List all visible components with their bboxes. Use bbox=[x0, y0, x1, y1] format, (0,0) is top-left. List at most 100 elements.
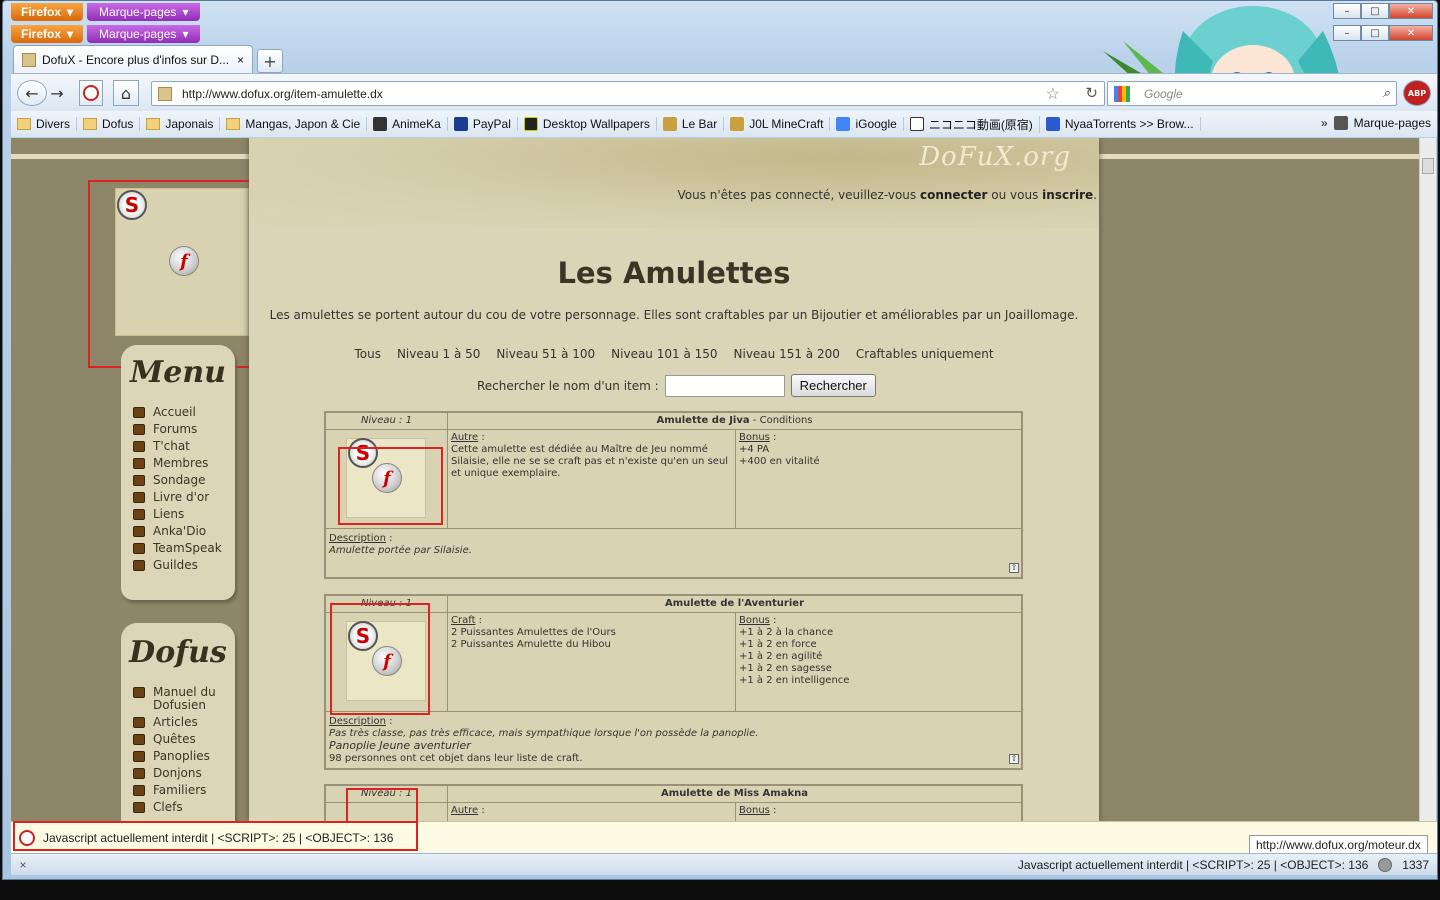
filter-51-100[interactable]: Niveau 51 à 100 bbox=[496, 347, 595, 361]
navigation-toolbar: ← → ⌂ http://www.dofux.org/item-amulette… bbox=[11, 73, 1437, 111]
scrollbar-thumb[interactable] bbox=[1422, 158, 1434, 174]
main-content: DoFuX.org Vous n'êtes pas connecté, veui… bbox=[249, 138, 1099, 821]
dofus-item-articles[interactable]: Articles bbox=[121, 716, 235, 729]
login-notice-text: Vous n'êtes pas connecté, veuillez-vous bbox=[677, 188, 920, 202]
menu-item-ankadio[interactable]: Anka'Dio bbox=[121, 525, 235, 538]
firefox-menu-button-2[interactable]: Firefox ▾ bbox=[11, 25, 84, 43]
item-source-label: Autre bbox=[451, 805, 479, 816]
item-name-text: Amulette de Jiva bbox=[656, 415, 750, 426]
search-icon[interactable]: ⌕ bbox=[1383, 85, 1390, 101]
filter-all[interactable]: Tous bbox=[354, 347, 381, 361]
dofus-item-quetes[interactable]: Quêtes bbox=[121, 733, 235, 746]
bookmark-nicovideo[interactable]: ニコニコ動画(原宿) bbox=[904, 115, 1040, 133]
url-bar[interactable]: http://www.dofux.org/item-amulette.dx ☆ … bbox=[151, 81, 1105, 106]
bookmark-folder-dofus[interactable]: Dofus bbox=[77, 117, 141, 131]
dofus-item-label: Panoplies bbox=[153, 749, 210, 763]
new-tab-button[interactable]: + bbox=[257, 49, 283, 73]
bookmark-desktop-wallpapers[interactable]: Desktop Wallpapers bbox=[518, 117, 657, 131]
bookmark-animeka[interactable]: AnimeKa bbox=[367, 117, 448, 131]
dofus-item-manuel[interactable]: Manuel du Dofusien bbox=[121, 686, 235, 712]
item-search: Rechercher le nom d'un item : Rechercher bbox=[477, 374, 876, 397]
reload-icon[interactable]: ↻ bbox=[1085, 84, 1098, 102]
item-search-button[interactable]: Rechercher bbox=[790, 374, 876, 397]
filter-101-150[interactable]: Niveau 101 à 150 bbox=[611, 347, 717, 361]
bookmarks-toolbar: Divers Dofus Japonais Mangas, Japon & Ci… bbox=[11, 111, 1437, 137]
link-url-tooltip: http://www.dofux.org/moteur.dx bbox=[1249, 835, 1428, 855]
scroll-top-icon[interactable]: ⇧ bbox=[1009, 754, 1019, 764]
bookmark-nyaatorrents[interactable]: NyaaTorrents >> Brow... bbox=[1040, 117, 1201, 131]
menu-item-tchat[interactable]: T'chat bbox=[121, 440, 235, 453]
noscript-button[interactable] bbox=[79, 80, 103, 106]
folder-icon bbox=[83, 118, 98, 130]
back-button[interactable]: ← bbox=[17, 80, 47, 106]
craft-line: 2 Puissantes Amulette du Hibou bbox=[451, 639, 611, 650]
tab-active[interactable]: DofuX - Encore plus d'infos sur D... × bbox=[13, 45, 253, 73]
folder-icon bbox=[146, 118, 161, 130]
tab-close-icon[interactable]: × bbox=[237, 53, 244, 67]
site-logo[interactable]: DoFuX.org bbox=[919, 142, 1071, 172]
bookmark-folder-mangas[interactable]: Mangas, Japon & Cie bbox=[220, 117, 368, 131]
minimize-button-2[interactable]: – bbox=[1333, 25, 1361, 41]
maximize-button[interactable]: □ bbox=[1361, 3, 1389, 19]
menu-item-accueil[interactable]: Accueil bbox=[121, 406, 235, 419]
dropdown-arrow-icon: ▾ bbox=[182, 27, 189, 41]
menu-item-membres[interactable]: Membres bbox=[121, 457, 235, 470]
menu-item-guildes[interactable]: Guildes bbox=[121, 559, 235, 572]
scroll-top-icon[interactable]: ⇧ bbox=[1009, 563, 1019, 573]
bonus-line: +1 à 2 en force bbox=[739, 639, 817, 650]
close-button[interactable]: ✕ bbox=[1389, 3, 1433, 19]
dropdown-arrow-icon: ▾ bbox=[182, 5, 189, 19]
dofus-title: Dofus bbox=[129, 635, 227, 670]
window-controls: – □ ✕ bbox=[1333, 3, 1433, 19]
bookmarks-menu-button-2[interactable]: Marque-pages ▾ bbox=[87, 25, 201, 43]
filter-1-50[interactable]: Niveau 1 à 50 bbox=[397, 347, 480, 361]
bookmark-jol-minecraft[interactable]: J0L MineCraft bbox=[724, 117, 831, 131]
menu-item-label: Guildes bbox=[153, 558, 198, 572]
bookmark-label: Dofus bbox=[102, 117, 134, 131]
menu-item-teamspeak[interactable]: TeamSpeak bbox=[121, 542, 235, 555]
bookmarks-menu[interactable]: » Marque-pages bbox=[1321, 116, 1431, 130]
forward-button[interactable]: → bbox=[45, 80, 69, 106]
menu-item-liens[interactable]: Liens bbox=[121, 508, 235, 521]
menu-item-forums[interactable]: Forums bbox=[121, 423, 235, 436]
bookmark-label: NyaaTorrents >> Brow... bbox=[1064, 117, 1194, 131]
close-button-2[interactable]: ✕ bbox=[1389, 25, 1433, 41]
menu-item-livre-dor[interactable]: Livre d'or bbox=[121, 491, 235, 504]
level-filters: Tous Niveau 1 à 50 Niveau 51 à 100 Nivea… bbox=[249, 347, 1099, 361]
bookmark-folder-japonais[interactable]: Japonais bbox=[140, 117, 221, 131]
firefox-menu-button[interactable]: Firefox ▾ bbox=[11, 3, 84, 21]
item-source-label: Craft bbox=[451, 615, 476, 626]
connect-link[interactable]: connecter bbox=[920, 188, 988, 202]
dofus-item-donjons[interactable]: Donjons bbox=[121, 767, 235, 780]
minimize-button[interactable]: – bbox=[1333, 3, 1361, 19]
adblock-button[interactable]: ABP bbox=[1403, 80, 1431, 106]
dofus-item-familiers[interactable]: Familiers bbox=[121, 784, 235, 797]
dofus-item-panoplies[interactable]: Panoplies bbox=[121, 750, 235, 763]
item-name: Amulette de Jiva - Conditions bbox=[448, 413, 1021, 429]
bookmark-label: Mangas, Japon & Cie bbox=[245, 117, 361, 131]
dofus-item-label: Quêtes bbox=[153, 732, 196, 746]
item-panoplie[interactable]: Panoplie Jeune aventurier bbox=[329, 739, 471, 752]
bookmark-folder-divers[interactable]: Divers bbox=[11, 117, 78, 131]
bookmark-igoogle[interactable]: iGoogle bbox=[830, 117, 904, 131]
dofus-item-clefs[interactable]: Clefs bbox=[121, 801, 235, 814]
noscript-status-icon[interactable] bbox=[1378, 857, 1393, 872]
close-addon-bar-icon[interactable]: × bbox=[11, 858, 35, 872]
maximize-button-2[interactable]: □ bbox=[1361, 25, 1389, 41]
item-conditions-link[interactable]: - Conditions bbox=[750, 415, 813, 426]
menu-item-sondage[interactable]: Sondage bbox=[121, 474, 235, 487]
bookmark-label: Japonais bbox=[165, 117, 214, 131]
bookmarks-star-icon bbox=[1333, 116, 1348, 130]
filter-151-200[interactable]: Niveau 151 à 200 bbox=[734, 347, 840, 361]
home-button[interactable]: ⌂ bbox=[113, 80, 139, 106]
vertical-scrollbar[interactable] bbox=[1419, 138, 1436, 821]
bookmark-le-bar[interactable]: Le Bar bbox=[657, 117, 725, 131]
search-input[interactable]: Google ⌕ bbox=[1107, 81, 1397, 106]
bookmark-paypal[interactable]: PayPal bbox=[448, 117, 518, 131]
dofus-panel: Dofus Manuel du Dofusien Articles Quêtes… bbox=[121, 623, 235, 821]
filter-craftable[interactable]: Craftables uniquement bbox=[856, 347, 994, 361]
bookmark-star-icon[interactable]: ☆ bbox=[1046, 84, 1060, 104]
bookmarks-menu-button[interactable]: Marque-pages ▾ bbox=[87, 3, 201, 21]
register-link[interactable]: inscrire bbox=[1042, 188, 1093, 202]
item-search-input[interactable] bbox=[664, 374, 785, 397]
